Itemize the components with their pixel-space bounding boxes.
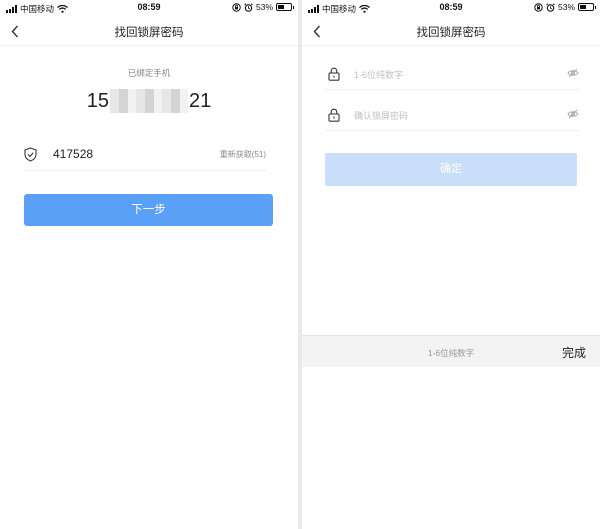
phone-suffix: 21 (189, 89, 212, 112)
reset-password-screen: 中国移动 08:59 53% 找回锁屏密码 确定 1-6位纯数字 完成 (302, 0, 600, 529)
shield-check-icon (24, 147, 37, 162)
lock-icon (328, 108, 340, 122)
battery-percent: 53% (255, 2, 273, 12)
page-title: 找回锁屏密码 (416, 27, 486, 39)
bound-phone-number: 15 21 (0, 89, 298, 113)
page-title: 找回锁屏密码 (114, 27, 184, 39)
eye-hidden-icon[interactable] (567, 68, 579, 78)
status-bar: 中国移动 08:59 53% (302, 0, 600, 16)
alarm-icon (546, 2, 555, 12)
keyboard-hint: 1-6位纯数字 (427, 348, 475, 358)
new-password-input[interactable] (354, 65, 544, 85)
status-right: 53% (534, 2, 596, 12)
screens: 中国移动 08:59 53% 找回锁屏密码 已绑定手机 15 21 417528… (0, 0, 600, 529)
battery-icon (276, 3, 294, 11)
phone-mask (110, 89, 188, 113)
alarm-icon (244, 2, 253, 12)
nav-bar: 找回锁屏密码 (302, 16, 600, 46)
confirm-password-input[interactable] (354, 106, 544, 126)
status-right: 53% (232, 2, 294, 12)
verification-code-field[interactable]: 417528 (53, 147, 93, 161)
nav-bar: 找回锁屏密码 (0, 16, 298, 46)
orientation-lock-icon (534, 2, 543, 12)
orientation-lock-icon (232, 2, 241, 12)
next-step-button[interactable]: 下一步 (24, 194, 273, 226)
status-bar: 中国移动 08:59 53% (0, 0, 298, 16)
confirm-password-row (326, 101, 579, 131)
verify-phone-screen: 中国移动 08:59 53% 找回锁屏密码 已绑定手机 15 21 417528… (0, 0, 298, 529)
battery-percent: 53% (557, 2, 575, 12)
keyboard-accessory-bar: 1-6位纯数字 完成 (302, 335, 600, 367)
confirm-button[interactable]: 确定 (325, 153, 577, 186)
bound-phone-label: 已绑定手机 (127, 68, 171, 78)
verification-code-row: 417528 重新获取(51) (24, 141, 266, 171)
phone-prefix: 15 (86, 89, 109, 112)
keyboard-done-button[interactable]: 完成 (562, 344, 586, 361)
lock-icon (328, 67, 340, 81)
resend-code-button[interactable]: 重新获取(51) (220, 149, 266, 160)
new-password-row (326, 60, 579, 90)
battery-icon (578, 3, 596, 11)
eye-hidden-icon[interactable] (567, 109, 579, 119)
